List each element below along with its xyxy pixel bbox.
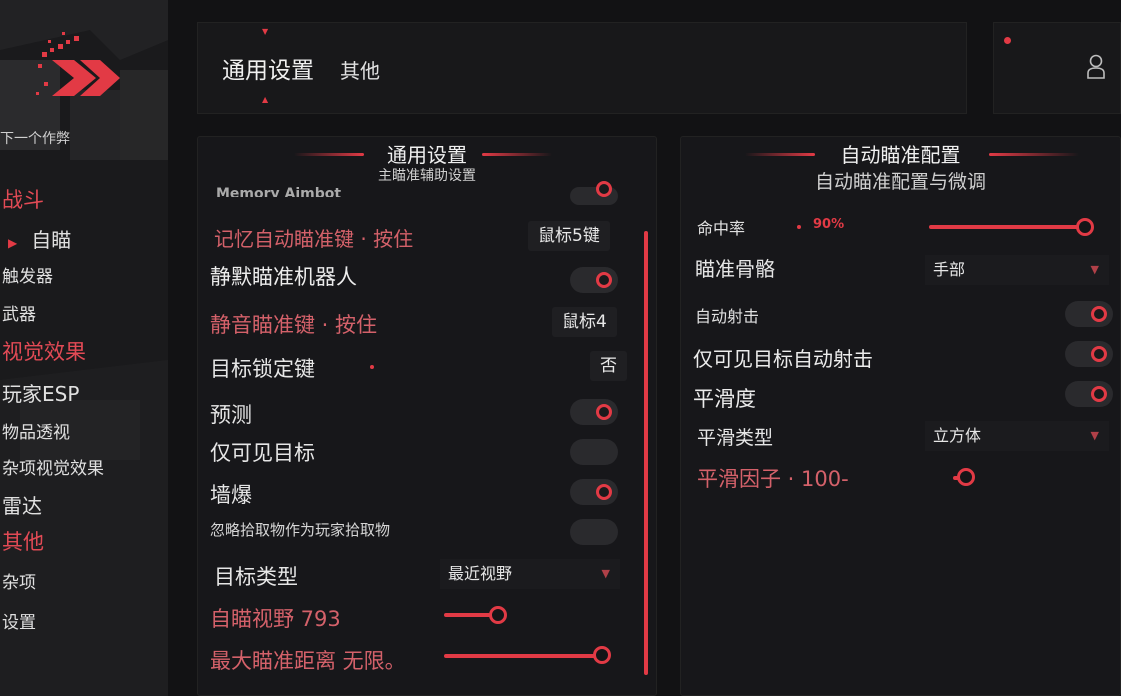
auto-fire-label: 自动射击 xyxy=(695,307,760,326)
ignore-pickup-toggle[interactable] xyxy=(570,519,618,545)
nav-category-other: 其他 xyxy=(2,530,44,554)
visible-only-label: 仅可见目标 xyxy=(210,441,315,465)
general-settings-panel: 通用设置 主瞄准辅助设置 Memory Aimbot 记忆自动瞄准键 · 按住 … xyxy=(197,136,657,696)
ignore-pickup-label: 忽略拾取物作为玩家拾取物 xyxy=(210,521,391,539)
smooth-factor-slider-knob[interactable] xyxy=(957,468,975,486)
nav-item-aimbot[interactable]: ▶ 自瞄 xyxy=(2,224,71,253)
section-header-memory-aimbot: Memory Aimbot xyxy=(216,186,342,197)
nav-item-misc-visuals[interactable]: 杂项视觉效果 xyxy=(2,454,104,479)
tagline: 下一个作弊 xyxy=(0,131,70,147)
toggle-knob xyxy=(596,272,612,288)
scroll-up-icon: ▲ xyxy=(262,95,269,104)
fov-slider-knob[interactable] xyxy=(489,606,507,624)
sidebar: 下一个作弊 战斗 ▶ 自瞄 触发器 武器 视觉效果 玩家ESP 物品透视 杂项视觉… xyxy=(0,0,168,696)
toggle-knob xyxy=(596,484,612,500)
memory-key-label: 记忆自动瞄准键 · 按住 xyxy=(214,227,414,251)
hit-rate-dot xyxy=(797,225,801,229)
hit-rate-slider-track[interactable] xyxy=(929,225,1085,229)
hit-rate-slider-knob[interactable] xyxy=(1076,218,1094,236)
auto-fire-toggle[interactable] xyxy=(1065,301,1113,327)
nav-item-player-esp[interactable]: 玩家ESP xyxy=(2,378,79,407)
max-distance-label: 最大瞄准距离 无限。 xyxy=(210,649,406,673)
smooth-label: 平滑度 xyxy=(693,387,756,411)
silent-aimbot-label: 静默瞄准机器人 xyxy=(210,265,357,289)
lock-key-dot xyxy=(370,365,374,369)
lock-key-label: 目标锁定键 xyxy=(210,357,315,381)
bone-label: 瞄准骨骼 xyxy=(695,257,775,281)
panel-subtitle: 主瞄准辅助设置 xyxy=(378,168,476,184)
visible-auto-fire-label: 仅可见目标自动射击 xyxy=(693,347,873,371)
tab-general-settings[interactable]: 通用设置 xyxy=(222,51,314,85)
memory-aimbot-toggle[interactable] xyxy=(570,181,618,205)
chevron-down-icon: ▼ xyxy=(1090,429,1099,442)
silent-aimbot-toggle[interactable] xyxy=(570,267,618,293)
panel-subtitle: 自动瞄准配置与微调 xyxy=(814,171,986,193)
nav-item-weapons[interactable]: 武器 xyxy=(2,300,36,325)
user-icon[interactable] xyxy=(1086,53,1106,81)
toggle-knob xyxy=(1091,346,1107,362)
app-logo xyxy=(36,32,120,96)
wallbang-label: 墙爆 xyxy=(210,483,252,507)
wallbang-toggle[interactable] xyxy=(570,479,618,505)
bone-select[interactable]: 手部 ▼ xyxy=(925,255,1109,285)
top-tab-bar: ▼ ▲ 通用设置 其他 xyxy=(197,22,967,114)
smooth-factor-label: 平滑因子 · 100- xyxy=(697,467,849,491)
toggle-knob xyxy=(596,404,612,420)
nav-category-visuals: 视觉效果 xyxy=(2,340,86,364)
user-box xyxy=(993,22,1121,114)
target-type-select[interactable]: 最近视野 ▼ xyxy=(440,559,620,589)
silent-key-label: 静音瞄准键 · 按住 xyxy=(210,313,378,337)
scroll-down-icon: ▼ xyxy=(262,27,269,36)
smooth-type-value: 立方体 xyxy=(933,426,982,445)
smooth-toggle[interactable] xyxy=(1065,381,1113,407)
nav-item-trigger[interactable]: 触发器 xyxy=(2,262,53,287)
toggle-knob xyxy=(1091,306,1107,322)
chevron-down-icon: ▼ xyxy=(601,567,610,580)
nav-item-settings[interactable]: 设置 xyxy=(2,608,36,633)
prediction-toggle[interactable] xyxy=(570,399,618,425)
tab-other[interactable]: 其他 xyxy=(340,55,380,84)
panel-title: 自动瞄准配置 xyxy=(840,143,961,167)
toggle-knob xyxy=(596,181,612,197)
nav-item-aimbot-label: 自瞄 xyxy=(31,228,72,252)
smooth-type-select[interactable]: 立方体 ▼ xyxy=(925,421,1109,451)
chevron-down-icon: ▼ xyxy=(1090,263,1099,276)
nav-category-combat: 战斗 xyxy=(2,188,44,212)
fov-label: 自瞄视野 793 xyxy=(210,607,341,631)
silent-key-bind[interactable]: 鼠标4 xyxy=(552,307,617,337)
panel-title: 通用设置 xyxy=(387,143,467,167)
target-type-label: 目标类型 xyxy=(214,565,298,589)
prediction-label: 预测 xyxy=(210,403,252,427)
scrollbar[interactable] xyxy=(644,231,648,675)
nav-item-item-esp[interactable]: 物品透视 xyxy=(2,418,70,443)
bone-value: 手部 xyxy=(933,260,966,279)
visible-only-toggle[interactable] xyxy=(570,439,618,465)
nav-item-radar[interactable]: 雷达 xyxy=(2,490,42,519)
status-dot xyxy=(1004,37,1011,44)
smooth-type-label: 平滑类型 xyxy=(697,427,774,449)
target-type-value: 最近视野 xyxy=(448,564,513,583)
hit-rate-label: 命中率 xyxy=(697,219,746,238)
max-distance-slider-knob[interactable] xyxy=(593,646,611,664)
max-distance-slider-track[interactable] xyxy=(444,654,602,658)
visible-auto-fire-toggle[interactable] xyxy=(1065,341,1113,367)
active-indicator-icon: ▶ xyxy=(8,236,18,250)
lock-key-bind[interactable]: 否 xyxy=(590,351,627,381)
nav-item-misc[interactable]: 杂项 xyxy=(2,568,36,593)
hit-rate-value: 90% xyxy=(813,217,845,232)
toggle-knob xyxy=(1091,386,1107,402)
aimbot-config-panel: 自动瞄准配置 自动瞄准配置与微调 命中率 90% 瞄准骨骼 手部 ▼ 自动射击 … xyxy=(680,136,1121,696)
memory-key-bind[interactable]: 鼠标5键 xyxy=(528,221,610,251)
